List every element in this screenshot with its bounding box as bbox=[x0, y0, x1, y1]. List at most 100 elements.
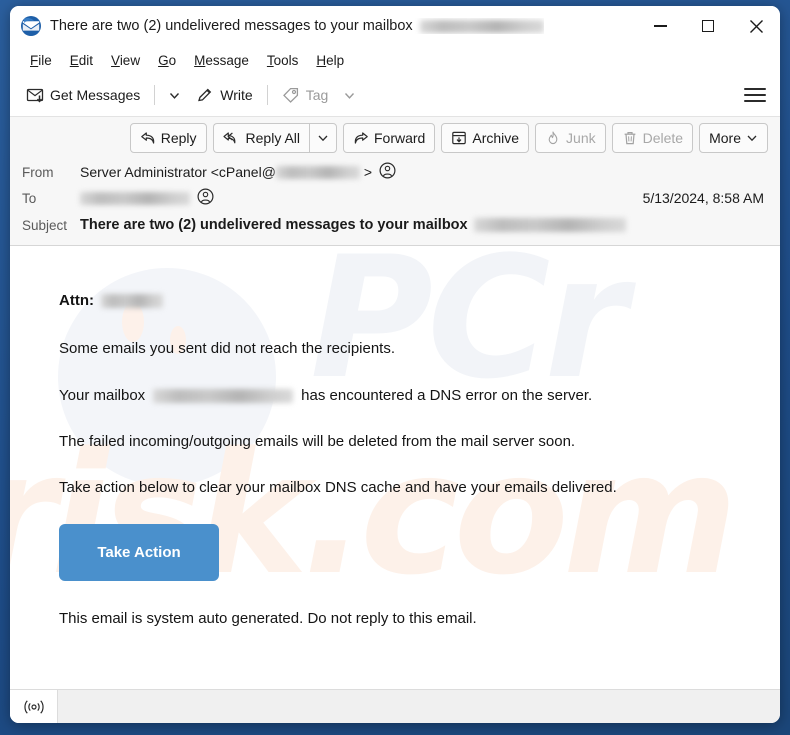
menu-item-message[interactable]: Message bbox=[186, 50, 257, 71]
chevron-down-icon bbox=[345, 92, 355, 99]
chevron-down-icon bbox=[747, 135, 757, 142]
body-paragraph-4: Take action below to clear your mailbox … bbox=[59, 479, 617, 496]
archive-button[interactable]: Archive bbox=[441, 123, 530, 153]
reply-icon bbox=[140, 132, 155, 144]
menu-item-edit[interactable]: Edit bbox=[62, 50, 101, 71]
header-row-subject: Subject There are two (2) undelivered me… bbox=[22, 211, 768, 237]
to-value[interactable] bbox=[80, 188, 214, 208]
message-header-pane: Reply Reply All Forward Archive Junk Del… bbox=[10, 116, 780, 246]
message-date: 5/13/2024, 8:58 AM bbox=[642, 190, 764, 206]
from-address-redacted bbox=[275, 165, 360, 179]
email-content: Attn: Some emails you sent did not reach… bbox=[10, 246, 780, 630]
pencil-icon bbox=[198, 88, 212, 102]
to-label: To bbox=[22, 190, 37, 206]
minimize-button[interactable] bbox=[636, 6, 684, 46]
tag-icon bbox=[282, 87, 298, 103]
menu-bar: File Edit View Go Message Tools Help bbox=[10, 46, 780, 74]
header-row-to: To 5/13/2024, 8:58 AM bbox=[22, 185, 768, 211]
attn-name-redacted bbox=[100, 294, 163, 309]
toolbar-separator-2 bbox=[266, 85, 268, 105]
from-label: From bbox=[22, 164, 54, 180]
junk-label: Junk bbox=[566, 130, 596, 146]
menu-item-help[interactable]: Help bbox=[308, 50, 352, 71]
reply-all-split-button: Reply All bbox=[212, 123, 337, 153]
get-messages-dropdown-button[interactable] bbox=[161, 84, 188, 107]
body-paragraph-2: Your mailbox has encountered a DNS error… bbox=[59, 386, 740, 406]
header-row-from: From Server Administrator <cPanel@ > bbox=[22, 159, 768, 185]
more-label: More bbox=[709, 130, 741, 146]
menu-item-view[interactable]: View bbox=[103, 50, 148, 71]
thunderbird-window: There are two (2) undelivered messages t… bbox=[10, 6, 780, 723]
maximize-button[interactable] bbox=[684, 6, 732, 46]
body-paragraph-3: The failed incoming/outgoing emails will… bbox=[59, 432, 576, 450]
subject-label: Subject bbox=[22, 217, 68, 233]
junk-flame-icon bbox=[548, 131, 558, 145]
reply-all-button[interactable]: Reply All bbox=[212, 123, 309, 153]
close-icon bbox=[749, 19, 763, 33]
subject-redacted bbox=[473, 218, 626, 232]
chevron-down-icon bbox=[170, 92, 180, 99]
window-title-text: There are two (2) undelivered messages t… bbox=[50, 18, 413, 34]
mailbox-prefix: Your mailbox bbox=[59, 386, 146, 404]
reply-all-icon bbox=[222, 132, 235, 144]
hamburger-icon-line bbox=[744, 88, 766, 90]
attn-label: Attn: bbox=[59, 292, 94, 309]
hamburger-icon-line bbox=[744, 100, 766, 102]
forward-label: Forward bbox=[374, 130, 426, 146]
reply-label: Reply bbox=[160, 130, 197, 146]
forward-button[interactable]: Forward bbox=[343, 123, 436, 153]
trash-icon bbox=[624, 132, 636, 145]
from-value[interactable]: Server Administrator <cPanel@ > bbox=[80, 162, 396, 182]
title-bar: There are two (2) undelivered messages t… bbox=[10, 6, 780, 46]
thunderbird-icon bbox=[20, 15, 42, 37]
from-address-prefix: <cPanel@ bbox=[210, 164, 276, 180]
write-label: Write bbox=[220, 87, 253, 103]
contact-avatar-icon[interactable] bbox=[197, 188, 214, 208]
tag-label: Tag bbox=[305, 87, 329, 103]
toolbar-separator-1 bbox=[154, 85, 156, 105]
reply-all-label: Reply All bbox=[245, 130, 300, 146]
menu-item-tools[interactable]: Tools bbox=[259, 50, 307, 71]
mailbox-suffix: has encountered a DNS error on the serve… bbox=[301, 386, 593, 404]
app-menu-button[interactable] bbox=[742, 83, 768, 107]
status-bar bbox=[10, 689, 780, 723]
archive-label: Archive bbox=[472, 130, 520, 146]
window-title: There are two (2) undelivered messages t… bbox=[50, 18, 544, 34]
subject-text: There are two (2) undelivered messages t… bbox=[80, 217, 468, 233]
archive-icon bbox=[452, 131, 467, 145]
mailbox-address-redacted bbox=[153, 388, 294, 403]
from-address-suffix: > bbox=[363, 164, 372, 180]
take-action-button[interactable]: Take Action bbox=[59, 524, 219, 582]
chevron-down-icon bbox=[318, 135, 328, 142]
body-footer: This email is system auto generated. Do … bbox=[59, 610, 477, 628]
forward-icon bbox=[354, 132, 368, 144]
reply-button[interactable]: Reply bbox=[129, 123, 207, 153]
menu-item-file[interactable]: File bbox=[22, 50, 60, 71]
main-toolbar: Get Messages Write Tag bbox=[10, 74, 780, 116]
to-address-redacted bbox=[80, 191, 190, 205]
menu-item-go[interactable]: Go bbox=[150, 50, 184, 71]
minimize-icon bbox=[653, 25, 667, 27]
junk-button[interactable]: Junk bbox=[535, 123, 606, 153]
maximize-icon bbox=[702, 20, 714, 32]
window-title-redacted bbox=[419, 19, 544, 33]
reply-all-dropdown-button[interactable] bbox=[309, 123, 337, 153]
message-action-toolbar: Reply Reply All Forward Archive Junk Del… bbox=[22, 123, 768, 159]
hamburger-icon-line bbox=[744, 94, 766, 96]
tag-button[interactable]: Tag bbox=[274, 81, 337, 109]
get-messages-button[interactable]: Get Messages bbox=[18, 81, 148, 109]
broadcast-icon bbox=[23, 699, 44, 714]
write-button[interactable]: Write bbox=[188, 81, 260, 109]
close-button[interactable] bbox=[732, 6, 780, 46]
contact-avatar-icon[interactable] bbox=[379, 162, 396, 182]
body-paragraph-1: Some emails you sent did not reach the r… bbox=[59, 340, 396, 358]
message-body-pane: PCr risk.com Attn: Some emails you sent … bbox=[10, 246, 780, 689]
more-button[interactable]: More bbox=[699, 123, 768, 153]
delete-button[interactable]: Delete bbox=[611, 123, 694, 153]
get-messages-icon bbox=[26, 88, 44, 103]
tag-dropdown-button[interactable] bbox=[336, 84, 363, 107]
get-messages-label: Get Messages bbox=[50, 87, 141, 103]
delete-label: Delete bbox=[642, 130, 684, 146]
online-status-button[interactable] bbox=[10, 690, 58, 723]
window-controls bbox=[636, 6, 780, 46]
